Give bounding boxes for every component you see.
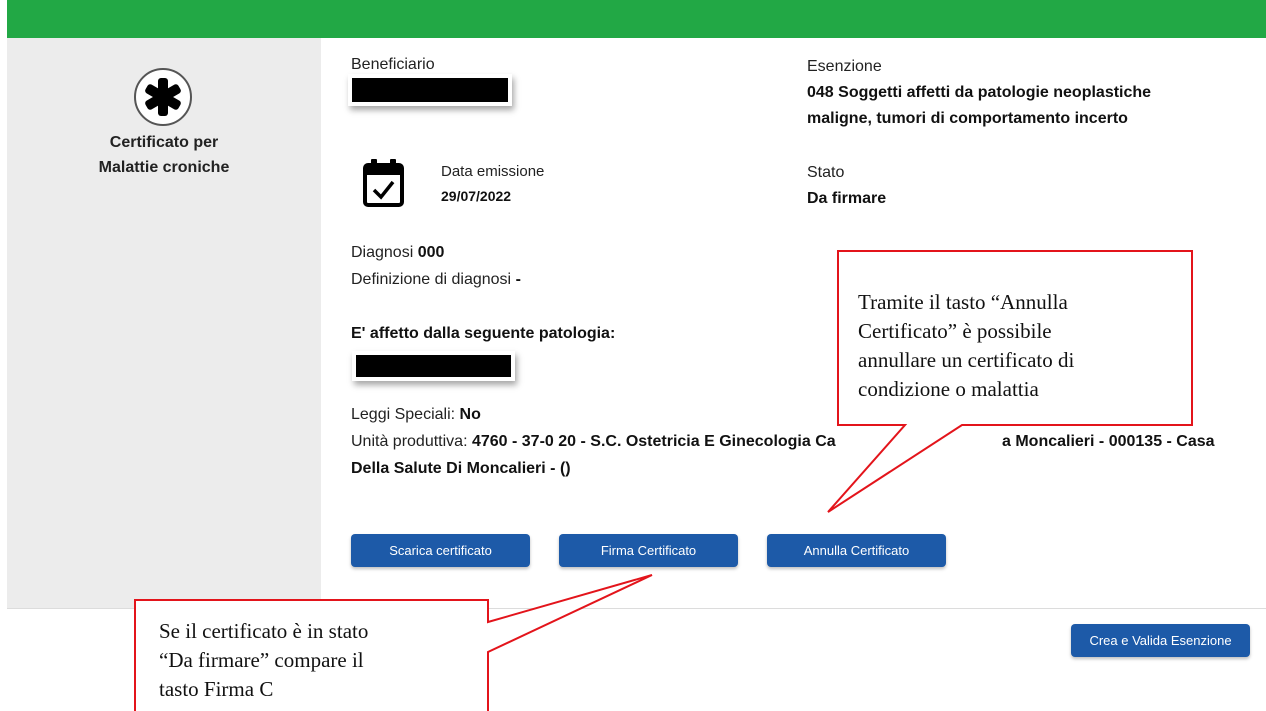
callout-firma-line1: Se il certificato è in stato	[159, 619, 369, 643]
callout-firma-line3: tasto Firma C	[159, 677, 274, 701]
callout-firma	[134, 574, 653, 711]
callout-firma-line2: “Da firmare” compare il	[159, 648, 364, 672]
